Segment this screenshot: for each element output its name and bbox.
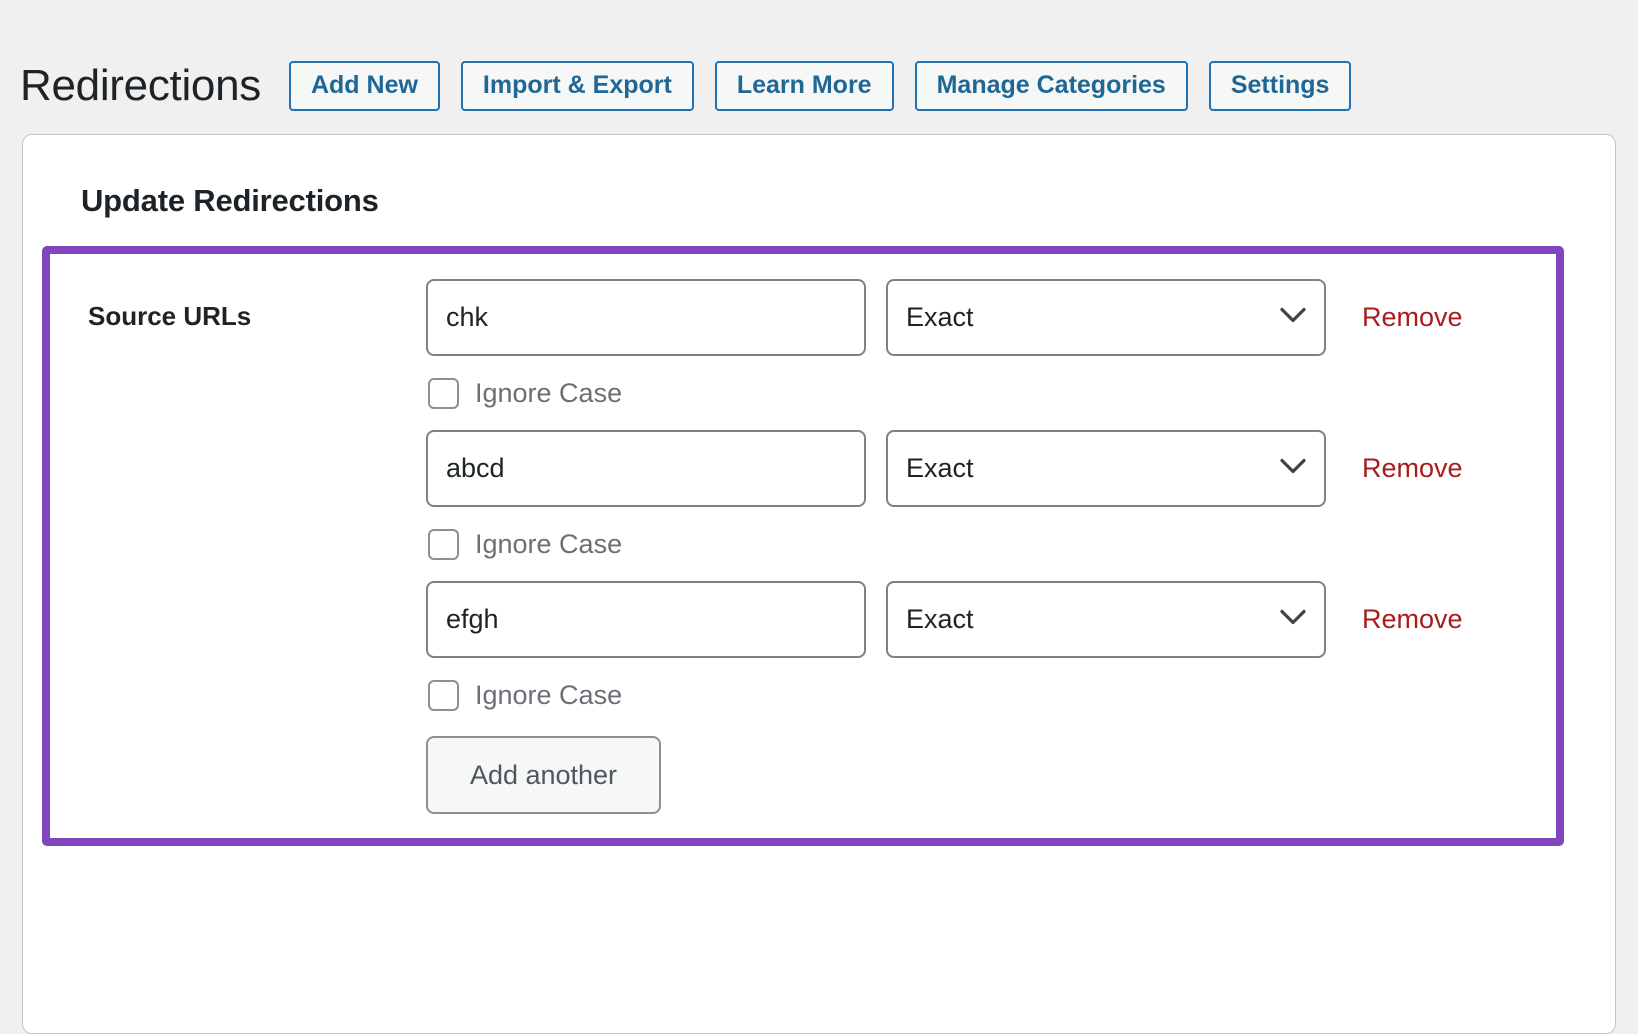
ignore-case-label[interactable]: Ignore Case bbox=[475, 681, 622, 709]
remove-source-url-link[interactable]: Remove bbox=[1362, 302, 1463, 333]
source-urls-list: Exact Remove Ignore Case bbox=[426, 279, 1556, 814]
learn-more-button[interactable]: Learn More bbox=[714, 60, 894, 111]
manage-categories-button[interactable]: Manage Categories bbox=[914, 60, 1188, 111]
ignore-case-row: Ignore Case bbox=[426, 658, 1556, 732]
source-url-row: Exact Remove bbox=[426, 430, 1556, 507]
ignore-case-row: Ignore Case bbox=[426, 507, 1556, 581]
remove-source-url-link[interactable]: Remove bbox=[1362, 604, 1463, 635]
match-type-select[interactable]: Exact bbox=[886, 430, 1326, 507]
source-url-input[interactable] bbox=[426, 581, 866, 658]
ignore-case-checkbox[interactable] bbox=[428, 528, 459, 560]
source-url-row: Exact Remove bbox=[426, 581, 1556, 658]
panel-title: Update Redirections bbox=[81, 183, 379, 218]
ignore-case-label[interactable]: Ignore Case bbox=[475, 530, 622, 558]
source-urls-highlight-frame: Source URLs Exact Remove bbox=[42, 246, 1564, 846]
import-export-button[interactable]: Import & Export bbox=[460, 60, 694, 111]
source-url-input[interactable] bbox=[426, 430, 866, 507]
match-type-select[interactable]: Exact bbox=[886, 581, 1326, 658]
source-urls-field: Source URLs Exact Remove bbox=[50, 254, 1556, 814]
settings-button[interactable]: Settings bbox=[1208, 60, 1352, 111]
page-header: Redirections Add New Import & Export Lea… bbox=[0, 0, 1638, 134]
ignore-case-checkbox[interactable] bbox=[428, 679, 459, 711]
source-url-input[interactable] bbox=[426, 279, 866, 356]
page-title: Redirections bbox=[20, 60, 261, 110]
add-new-button[interactable]: Add New bbox=[288, 60, 440, 111]
add-another-button[interactable]: Add another bbox=[426, 736, 661, 814]
ignore-case-row: Ignore Case bbox=[426, 356, 1556, 430]
match-type-select-value[interactable]: Exact bbox=[886, 279, 1326, 356]
ignore-case-checkbox[interactable] bbox=[428, 377, 459, 409]
remove-source-url-link[interactable]: Remove bbox=[1362, 453, 1463, 484]
match-type-select-value[interactable]: Exact bbox=[886, 581, 1326, 658]
ignore-case-label[interactable]: Ignore Case bbox=[475, 379, 622, 407]
source-url-row: Exact Remove bbox=[426, 279, 1556, 356]
source-urls-label: Source URLs bbox=[88, 301, 252, 331]
update-redirections-panel: Update Redirections Source URLs Exact bbox=[22, 134, 1616, 1034]
match-type-select-value[interactable]: Exact bbox=[886, 430, 1326, 507]
match-type-select[interactable]: Exact bbox=[886, 279, 1326, 356]
